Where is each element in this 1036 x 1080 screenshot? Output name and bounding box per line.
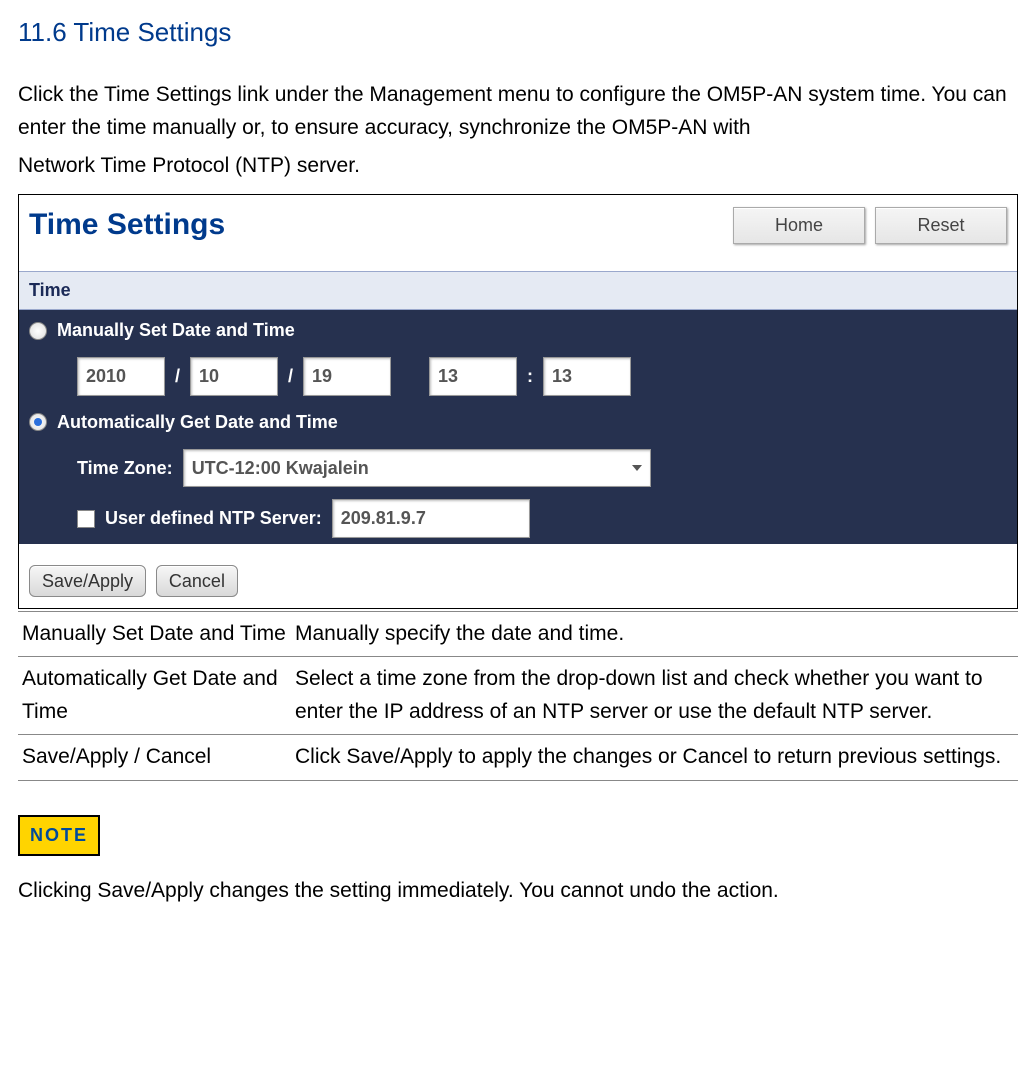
table-row: Save/Apply / Cancel Click Save/Apply to … (18, 735, 1018, 781)
manual-fields: 2010 / 10 / 19 13 : 13 (19, 351, 1017, 402)
table-row: Manually Set Date and Time Manually spec… (18, 611, 1018, 657)
timezone-row: Time Zone: UTC-12:00 Kwajalein (19, 443, 1017, 494)
cancel-button[interactable]: Cancel (156, 565, 238, 597)
time-settings-panel: Time Settings Home Reset Time Manually S… (18, 194, 1018, 608)
auto-row[interactable]: Automatically Get Date and Time (19, 402, 1017, 443)
month-field[interactable]: 10 (190, 357, 278, 396)
save-apply-button[interactable]: Save/Apply (29, 565, 146, 597)
note-text: Clicking Save/Apply changes the setting … (18, 874, 1018, 908)
ntp-label: User defined NTP Server: (105, 504, 322, 533)
ntp-input[interactable]: 209.81.9.7 (332, 499, 530, 538)
row-label: Save/Apply / Cancel (18, 735, 291, 781)
row-label: Automatically Get Date and Time (18, 657, 291, 735)
intro-line-2: Network Time Protocol (NTP) server. (18, 149, 1018, 183)
row-desc: Click Save/Apply to apply the changes or… (291, 735, 1018, 781)
row-desc: Select a time zone from the drop-down li… (291, 657, 1018, 735)
auto-label: Automatically Get Date and Time (57, 408, 338, 437)
hour-field[interactable]: 13 (429, 357, 517, 396)
auto-radio[interactable] (29, 413, 47, 431)
year-field[interactable]: 2010 (77, 357, 165, 396)
intro-line-1: Click the Time Settings link under the M… (18, 78, 1018, 145)
panel-footer: Save/Apply Cancel (19, 544, 1017, 608)
note-badge: NOTE (18, 815, 100, 856)
row-desc: Manually specify the date and time. (291, 611, 1018, 657)
panel-title: Time Settings (29, 201, 225, 249)
table-row: Automatically Get Date and Time Select a… (18, 657, 1018, 735)
minute-field[interactable]: 13 (543, 357, 631, 396)
reset-button[interactable]: Reset (875, 207, 1007, 244)
colon: : (527, 362, 533, 391)
slash-1: / (175, 362, 180, 391)
panel-header: Time Settings Home Reset (19, 195, 1017, 271)
section-heading: 11.6 Time Settings (18, 12, 1018, 54)
slash-2: / (288, 362, 293, 391)
row-label: Manually Set Date and Time (18, 611, 291, 657)
time-section-bar: Time (19, 271, 1017, 310)
timezone-value: UTC-12:00 Kwajalein (192, 454, 369, 483)
description-table: Manually Set Date and Time Manually spec… (18, 611, 1018, 781)
chevron-down-icon (632, 465, 642, 471)
timezone-select[interactable]: UTC-12:00 Kwajalein (183, 449, 651, 488)
ntp-checkbox[interactable] (77, 510, 95, 528)
home-button[interactable]: Home (733, 207, 865, 244)
timezone-label: Time Zone: (77, 454, 173, 483)
manual-row[interactable]: Manually Set Date and Time (19, 310, 1017, 351)
manual-label: Manually Set Date and Time (57, 316, 295, 345)
day-field[interactable]: 19 (303, 357, 391, 396)
ntp-row: User defined NTP Server: 209.81.9.7 (19, 493, 1017, 544)
manual-radio[interactable] (29, 322, 47, 340)
